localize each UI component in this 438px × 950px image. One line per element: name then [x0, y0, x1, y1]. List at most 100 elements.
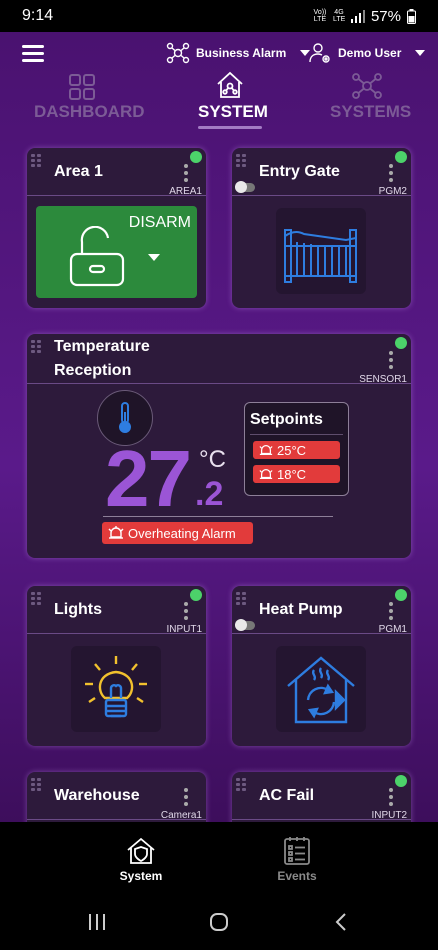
system-navigation-bar: [0, 890, 438, 950]
disarm-button[interactable]: DISARM: [36, 206, 197, 298]
drag-handle-icon[interactable]: [236, 592, 246, 605]
battery-percent: 57%: [370, 7, 401, 25]
status-dot: [190, 151, 202, 163]
status-time: 9:14: [22, 7, 54, 24]
warehouse-title: Warehouse: [54, 787, 140, 804]
back-icon[interactable]: [335, 912, 347, 932]
light-bulb-icon: [85, 656, 147, 718]
tab-systems[interactable]: SYSTEMS: [330, 70, 412, 122]
user-selector[interactable]: Demo User: [308, 42, 426, 64]
temperature-unit: °C: [199, 446, 226, 473]
temperature-value-integer: 27: [105, 434, 192, 523]
alarm-bell-icon: [108, 526, 124, 539]
setpoint-high-badge[interactable]: 25°C: [253, 441, 340, 459]
lights-code: INPUT1: [166, 624, 202, 635]
gate-icon: [284, 229, 357, 283]
site-selector-label: Business Alarm: [196, 46, 287, 60]
tab-system[interactable]: SYSTEM: [198, 70, 268, 129]
battery-icon: [407, 8, 416, 24]
setpoint-low-badge[interactable]: 18°C: [253, 465, 340, 483]
network-icon: [352, 73, 382, 99]
nav-system-label: System: [119, 869, 163, 883]
more-options-icon[interactable]: [389, 602, 393, 623]
status-dot: [190, 589, 202, 601]
user-selector-label: Demo User: [338, 46, 402, 60]
more-options-icon[interactable]: [184, 602, 188, 623]
volte-indicator: Vo)) LTE: [313, 9, 327, 23]
disarm-label: DISARM: [128, 214, 191, 231]
temperature-subtitle: Reception: [54, 362, 132, 379]
more-options-icon[interactable]: [184, 788, 188, 809]
disarm-dropdown-icon[interactable]: [148, 254, 160, 261]
drag-handle-icon[interactable]: [236, 778, 246, 791]
drag-handle-icon[interactable]: [31, 340, 41, 353]
tab-systems-label: SYSTEMS: [330, 102, 412, 121]
status-dot: [395, 775, 407, 787]
ac-fail-title: AC Fail: [259, 787, 315, 804]
nav-events-label: Events: [277, 869, 317, 883]
unlocked-padlock-icon: [69, 226, 125, 287]
entry-gate-title: Entry Gate: [259, 163, 340, 180]
entry-gate-code: PGM2: [378, 186, 407, 197]
user-dropdown-icon: [415, 50, 426, 56]
heat-pump-toggle[interactable]: [235, 619, 255, 631]
gate-toggle[interactable]: [235, 181, 255, 193]
drag-handle-icon[interactable]: [31, 778, 41, 791]
lights-icon-box[interactable]: [71, 646, 161, 732]
user-gear-icon: [309, 43, 330, 63]
warehouse-code: Camera1: [160, 810, 202, 821]
thermometer-icon: [119, 402, 131, 433]
lights-title: Lights: [54, 601, 102, 618]
heat-pump-icon-box[interactable]: [276, 646, 366, 732]
heat-pump-card[interactable]: Heat Pump PGM1: [232, 586, 411, 746]
network-hub-icon: [166, 42, 190, 64]
drag-handle-icon[interactable]: [236, 154, 246, 167]
nav-system[interactable]: System: [101, 836, 181, 883]
house-shield-icon: [127, 837, 155, 864]
tab-system-label: SYSTEM: [198, 102, 268, 121]
setpoints-title: Setpoints: [250, 411, 323, 428]
status-dot: [395, 589, 407, 601]
divider: [103, 516, 333, 517]
status-dot: [395, 337, 407, 349]
status-bar: 9:14 Vo)) LTE 4G LTE 57%: [0, 0, 438, 32]
more-options-icon[interactable]: [184, 164, 188, 185]
temperature-value-decimal: .2: [195, 475, 224, 513]
heat-pump-house-icon: [287, 656, 355, 724]
recent-apps-icon[interactable]: [88, 913, 106, 931]
temperature-code: SENSOR1: [359, 374, 407, 385]
lights-card[interactable]: Lights INPUT1: [27, 586, 206, 746]
tab-active-indicator: [198, 126, 262, 129]
network-indicator: 4G LTE: [332, 9, 346, 23]
top-bar: Business Alarm Demo User: [0, 40, 438, 70]
overheating-alarm-label: Overheating Alarm: [128, 525, 236, 541]
tab-dashboard[interactable]: DASHBOARD: [34, 70, 145, 122]
nav-events[interactable]: Events: [257, 836, 337, 883]
area1-title: Area 1: [54, 163, 103, 180]
alarm-bell-icon: [259, 469, 273, 479]
more-options-icon[interactable]: [389, 788, 393, 809]
more-options-icon[interactable]: [389, 164, 393, 185]
menu-icon[interactable]: [22, 45, 44, 63]
setpoint-low-value: 18°C: [277, 466, 307, 482]
tab-dashboard-label: DASHBOARD: [34, 102, 145, 121]
heat-pump-title: Heat Pump: [259, 601, 343, 618]
alarm-bell-icon: [259, 445, 273, 455]
drag-handle-icon[interactable]: [31, 154, 41, 167]
gate-icon-box[interactable]: [276, 208, 366, 294]
temperature-title: Temperature: [54, 338, 150, 355]
home-icon[interactable]: [209, 912, 229, 932]
ac-fail-code: INPUT2: [371, 810, 407, 821]
entry-gate-card[interactable]: Entry Gate PGM2: [232, 148, 411, 308]
main-tabs: DASHBOARD SYSTEM SYSTEMS: [0, 70, 438, 132]
site-selector[interactable]: Business Alarm: [166, 42, 311, 64]
house-network-icon: [217, 71, 243, 98]
drag-handle-icon[interactable]: [31, 592, 41, 605]
events-list-icon: [284, 837, 310, 865]
status-dot: [395, 151, 407, 163]
more-options-icon[interactable]: [389, 351, 393, 372]
temperature-card[interactable]: Temperature Reception SENSOR1 27 .2 °C O…: [27, 334, 411, 558]
setpoints-panel[interactable]: Setpoints 25°C 18°C: [244, 402, 349, 496]
signal-icon: [350, 9, 365, 23]
bottom-navigation: System Events: [0, 822, 438, 890]
